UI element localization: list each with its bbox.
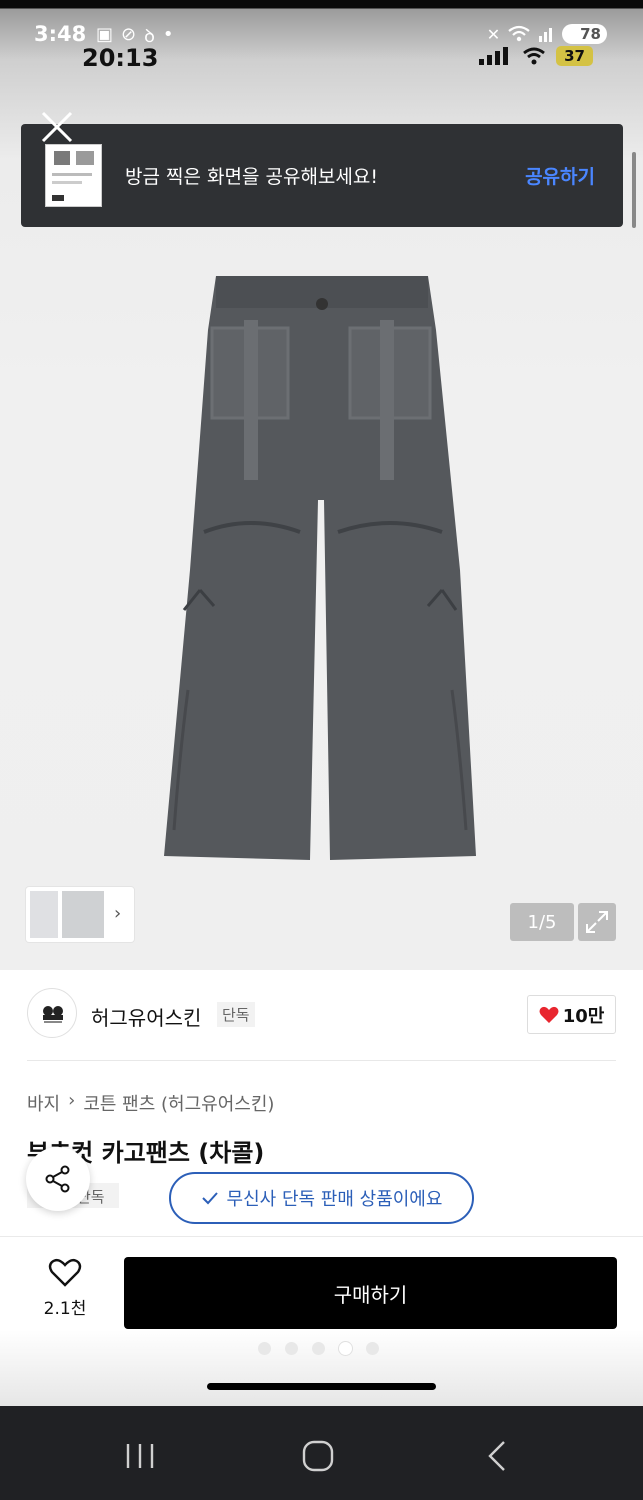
exclusive-notice-text: 무신사 단독 판매 상품이에요 xyxy=(226,1189,443,1210)
back-icon[interactable] xyxy=(478,1436,518,1476)
wifi-icon-inner xyxy=(523,47,545,65)
page-dot[interactable] xyxy=(285,1342,298,1355)
exclusive-notice[interactable]: 무신사 단독 판매 상품이에요 xyxy=(169,1172,474,1224)
check-icon xyxy=(201,1192,218,1205)
toast-message: 방금 찍은 화면을 공유해보세요! xyxy=(125,166,378,188)
page-dot-active[interactable] xyxy=(339,1342,352,1355)
chevron-right-icon: › xyxy=(68,1090,76,1111)
expand-icon xyxy=(586,911,608,933)
home-indicator[interactable] xyxy=(207,1383,436,1390)
brand-logo-icon xyxy=(43,1006,63,1023)
status-right-inner: 37 xyxy=(478,46,593,66)
brand-name[interactable]: 허그유어스킨 xyxy=(91,1002,201,1031)
page-dot[interactable] xyxy=(312,1342,325,1355)
share-icon xyxy=(45,1165,70,1193)
breadcrumb: 바지 › 코튼 팬츠 (허그유어스킨) xyxy=(27,1090,274,1116)
chevron-right-icon[interactable]: › xyxy=(114,903,121,924)
mute-icon: ✕ xyxy=(486,24,501,44)
system-nav-bar xyxy=(0,1406,643,1500)
status-right-outer: ✕ 78 xyxy=(487,24,607,44)
product-image[interactable] xyxy=(160,270,480,870)
buy-button[interactable]: 구매하기 xyxy=(124,1257,617,1329)
wishlist-count: 2.1천 xyxy=(43,1299,87,1319)
thumbnail-image[interactable] xyxy=(62,891,104,938)
thumb-shape xyxy=(76,151,94,165)
heart-outline-icon xyxy=(48,1258,82,1287)
home-icon[interactable] xyxy=(298,1436,338,1476)
image-counter: 1/5 xyxy=(510,903,574,941)
recent-apps-icon[interactable] xyxy=(120,1436,160,1476)
exclusive-badge: 단독 xyxy=(217,1002,255,1027)
signal-icon xyxy=(539,28,553,42)
divider xyxy=(27,1060,616,1061)
page-dot[interactable] xyxy=(366,1342,379,1355)
page-dot[interactable] xyxy=(258,1342,271,1355)
wifi-icon xyxy=(508,25,530,42)
brand-like-count: 10만 xyxy=(562,1005,605,1027)
battery-outer-level: 78 xyxy=(580,25,601,43)
status-time-inner: 20:13 xyxy=(82,44,159,72)
close-icon[interactable] xyxy=(40,110,74,144)
thumbnail-strip[interactable]: › xyxy=(26,887,134,942)
cell-signal-icon xyxy=(479,47,509,65)
share-toast: 방금 찍은 화면을 공유해보세요! 공유하기 xyxy=(21,124,623,227)
share-button[interactable]: 공유하기 xyxy=(525,162,595,189)
breadcrumb-item[interactable]: 바지 xyxy=(27,1090,60,1116)
divider xyxy=(0,1236,643,1237)
expand-button[interactable] xyxy=(578,903,616,941)
thumbnail-image[interactable] xyxy=(30,891,58,938)
thumb-shape xyxy=(52,181,82,184)
thumb-shape xyxy=(52,173,92,176)
thumb-shape xyxy=(52,195,64,201)
brand-logo[interactable] xyxy=(27,988,77,1038)
status-time-outer: 3:48 xyxy=(34,22,87,46)
share-button-floating[interactable] xyxy=(26,1147,90,1211)
screenshot-thumbnail[interactable] xyxy=(45,144,102,207)
battery-outer: 78 xyxy=(562,24,607,44)
heart-filled-icon xyxy=(539,1006,559,1023)
scrollbar[interactable] xyxy=(632,152,636,228)
thumb-shape xyxy=(54,151,70,165)
battery-inner: 37 xyxy=(556,46,593,66)
page-indicator xyxy=(258,1342,379,1355)
breadcrumb-item[interactable]: 코튼 팬츠 (허그유어스킨) xyxy=(83,1090,274,1116)
dot-icon: • xyxy=(162,24,174,45)
brand-like-button[interactable]: 10만 xyxy=(527,995,616,1034)
wishlist-button[interactable]: 2.1천 xyxy=(30,1258,100,1319)
